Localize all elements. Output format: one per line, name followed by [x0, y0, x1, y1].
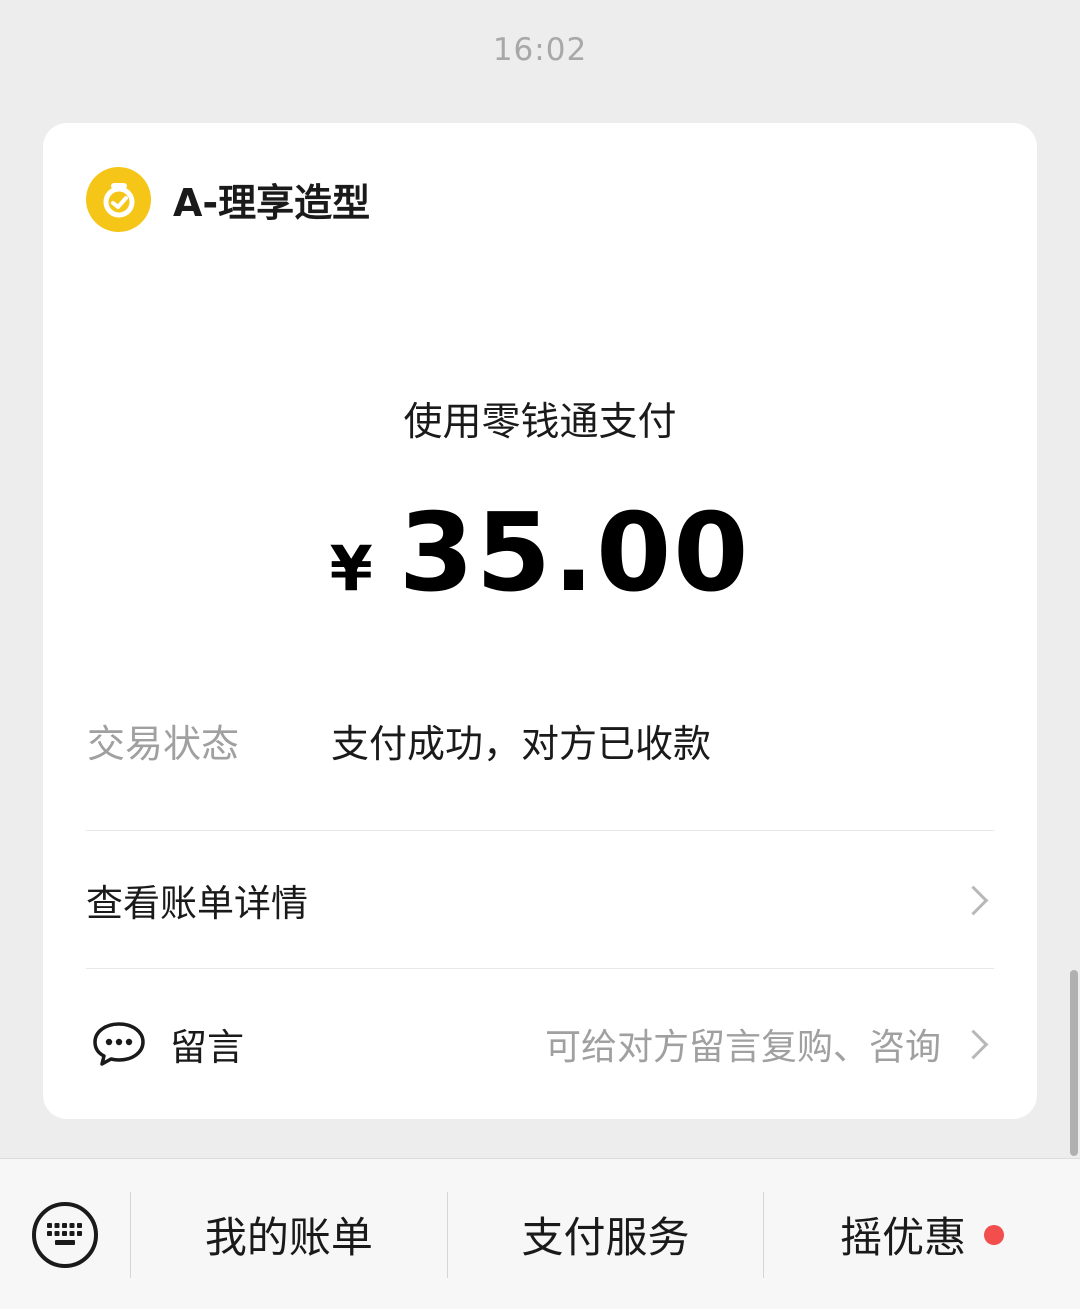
message-timestamp: 16:02: [492, 32, 588, 68]
notification-dot: [984, 1224, 1005, 1245]
bill-details-label: 查看账单详情: [86, 882, 308, 925]
merchant-logo-icon: [86, 167, 151, 232]
scrollbar[interactable]: [1070, 970, 1078, 1156]
message-left-group: 留言: [86, 1017, 244, 1071]
keyboard-icon: [32, 1201, 98, 1268]
message-label: 留言: [170, 1026, 244, 1069]
chevron-right-icon: [958, 885, 989, 915]
view-bill-details-row[interactable]: 查看账单详情: [86, 831, 994, 969]
payment-card[interactable]: A-理享造型 使用零钱通支付 ¥ 35.00 交易状态 支付成功，对方已收款 查…: [43, 123, 1037, 1119]
payment-amount: ¥ 35.00: [43, 491, 1037, 616]
message-right-group: 可给对方留言复购、咨询: [545, 1018, 994, 1070]
transaction-status-row: 交易状态 支付成功，对方已收款: [87, 713, 711, 768]
payment-method-text: 使用零钱通支付: [403, 400, 677, 445]
chevron-right-icon: [958, 1029, 989, 1059]
payment-notification-screen: 16:02 A-理享造型 使用零钱通支付 ¥ 35.00 交易状态 支付成功，对…: [0, 0, 1080, 1309]
amount-value: 35.00: [398, 491, 751, 616]
keyboard-toggle-button[interactable]: [0, 1159, 130, 1309]
status-label: 交易状态: [87, 722, 240, 766]
status-value: 支付成功，对方已收款: [331, 722, 712, 766]
chat-bubble-icon: [93, 1022, 145, 1066]
currency-symbol: ¥: [329, 532, 373, 605]
merchant-header: A-理享造型: [86, 167, 370, 232]
merchant-name: A-理享造型: [173, 181, 371, 225]
menu-shake-offers-label: 摇优惠: [840, 1213, 967, 1262]
menu-shake-offers[interactable]: 摇优惠: [764, 1159, 1080, 1309]
menu-payment-services[interactable]: 支付服务: [448, 1159, 764, 1309]
message-hint: 可给对方留言复购、咨询: [544, 1027, 941, 1068]
leave-message-row[interactable]: 留言 可给对方留言复购、咨询: [86, 969, 994, 1119]
bottom-menu-bar: 我的账单 支付服务 摇优惠: [0, 1158, 1080, 1309]
menu-my-bills[interactable]: 我的账单: [131, 1159, 447, 1309]
